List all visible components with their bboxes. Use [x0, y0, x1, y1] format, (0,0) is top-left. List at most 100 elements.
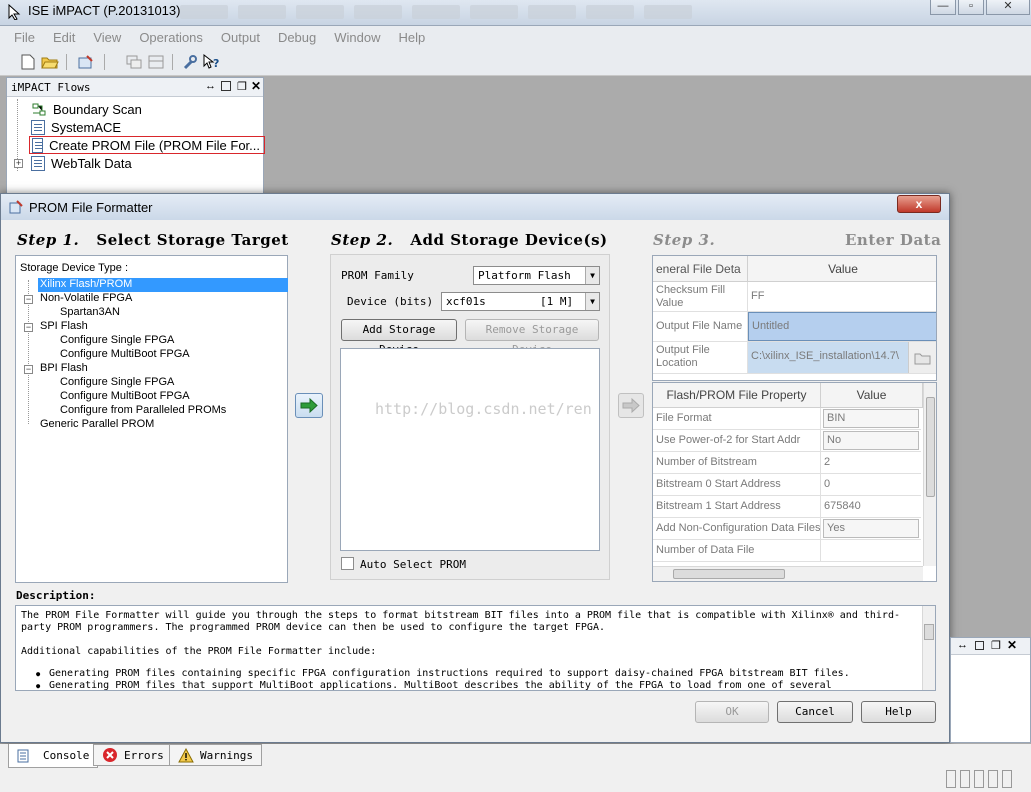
remove-storage-device-button[interactable]: Remove Storage Device [465, 319, 599, 356]
help-cursor-icon[interactable]: ? [202, 52, 222, 72]
collapse-icon[interactable]: − [24, 295, 33, 304]
menu-operations[interactable]: Operations [139, 30, 203, 45]
step1-number: Step 1. [17, 231, 80, 249]
ok-button[interactable]: OK [695, 701, 769, 723]
side-panel: ↔ ❐ ✕ [950, 637, 1031, 743]
vertical-scrollbar[interactable] [923, 383, 936, 566]
scrollbar-thumb[interactable] [673, 569, 785, 579]
help-button[interactable]: Help [861, 701, 936, 723]
folder-browse-icon[interactable] [908, 342, 936, 373]
menu-file[interactable]: File [14, 30, 35, 45]
property-value[interactable]: 675840 [821, 496, 921, 517]
step1-label: Select Storage Target [96, 231, 289, 249]
description-bullet: Generating PROM files containing specifi… [21, 668, 915, 680]
tree-node-bpi-flash[interactable]: BPI Flash [40, 362, 88, 374]
open-icon[interactable] [40, 52, 60, 72]
tree-node-spi-flash[interactable]: SPI Flash [40, 320, 88, 332]
horizontal-scrollbar[interactable] [653, 566, 923, 581]
step3-label: Enter Data [845, 231, 942, 249]
maximize-panel-icon[interactable] [221, 81, 231, 91]
float-panel-icon[interactable]: ↔ [205, 80, 216, 92]
scrollbar-thumb[interactable] [924, 624, 934, 640]
step2-heading: Step 2. Add Storage Device(s) [331, 231, 608, 249]
menu-debug[interactable]: Debug [278, 30, 316, 45]
tile-icon[interactable] [146, 52, 166, 72]
console-icon [17, 749, 29, 762]
flow-systemace[interactable]: SystemACE [31, 118, 121, 136]
tree-node-xilinx-flash-prom[interactable]: Xilinx Flash/PROM [38, 278, 288, 292]
menu-window[interactable]: Window [334, 30, 380, 45]
close-button[interactable]: ✕ [986, 0, 1030, 15]
cancel-button[interactable]: Cancel [777, 701, 853, 723]
resize-grip[interactable] [946, 770, 1026, 790]
description-scrollbar[interactable] [922, 606, 935, 690]
next-step-arrow-button[interactable] [295, 393, 323, 418]
property-value[interactable]: No [823, 431, 919, 450]
restore-button[interactable]: ▫ [958, 0, 984, 15]
menu-view[interactable]: View [93, 30, 121, 45]
tree-node-bpi-single-fpga[interactable]: Configure Single FPGA [60, 376, 174, 388]
restore-panel-icon[interactable]: ❐ [237, 80, 247, 93]
table-row: Output File Location C:\xilinx_ISE_insta… [653, 342, 936, 374]
property-value[interactable]: Yes [823, 519, 919, 538]
tree-node-spartan3an[interactable]: Spartan3AN [60, 306, 120, 318]
column-header: Value [828, 261, 858, 276]
output-file-name-input[interactable]: Untitled [748, 312, 936, 341]
property-value[interactable] [821, 540, 921, 561]
table-row: Bitstream 1 Start Address 675840 [653, 496, 921, 518]
menu-edit[interactable]: Edit [53, 30, 75, 45]
tree-node-non-volatile-fpga[interactable]: Non-Volatile FPGA [40, 292, 132, 304]
output-location-input[interactable]: C:\xilinx_ISE_installation\14.7\ [748, 342, 908, 373]
device-select[interactable]: xcf01s [1 M] ▼ [441, 292, 600, 311]
close-panel-icon[interactable]: ✕ [251, 79, 261, 93]
tree-node-spi-single-fpga[interactable]: Configure Single FPGA [60, 334, 174, 346]
property-value[interactable]: BIN [823, 409, 919, 428]
property-name: Add Non-Configuration Data Files [653, 518, 821, 539]
collapse-icon[interactable]: − [24, 365, 33, 374]
tab-errors[interactable]: Errors [93, 744, 173, 766]
property-name: Number of Bitstream [653, 452, 821, 473]
scrollbar-thumb[interactable] [926, 397, 935, 497]
wrench-icon[interactable] [180, 52, 200, 72]
table-row: Use Power-of-2 for Start Addr No [653, 430, 921, 452]
flow-label: SystemACE [51, 119, 122, 135]
property-name: Bitstream 1 Start Address [653, 496, 821, 517]
storage-device-list[interactable] [340, 348, 600, 551]
property-name: Output File Location [653, 342, 748, 373]
restore-panel-icon[interactable]: ❐ [991, 639, 1001, 652]
tree-node-bpi-multiboot-fpga[interactable]: Configure MultiBoot FPGA [60, 390, 190, 402]
new-icon[interactable] [18, 52, 38, 72]
prom-family-select[interactable]: Platform Flash ▼ [473, 266, 600, 285]
property-value[interactable]: 2 [821, 452, 921, 473]
next-step-arrow-button-disabled[interactable] [618, 393, 644, 418]
maximize-panel-icon[interactable] [975, 641, 984, 650]
tab-warnings[interactable]: Warnings [169, 744, 262, 766]
collapse-icon[interactable]: − [24, 323, 33, 332]
auto-select-prom-checkbox[interactable] [341, 557, 354, 570]
chevron-down-icon: ▼ [585, 267, 599, 284]
cascade-icon[interactable] [124, 52, 144, 72]
flow-boundary-scan[interactable]: Boundary Scan [31, 100, 142, 118]
prom-family-value: Platform Flash [478, 269, 571, 282]
title-bar: ISE iMPACT (P.20131013) — ▫ ✕ [0, 0, 1031, 26]
bottom-tab-bar: Console Errors Warnings [0, 744, 1031, 792]
dialog-close-button[interactable]: x [897, 195, 941, 213]
minimize-button[interactable]: — [930, 0, 956, 15]
property-value[interactable]: 0 [821, 474, 921, 495]
flow-webtalk-data[interactable]: WebTalk Data [31, 154, 132, 172]
table-row: Add Non-Configuration Data Files Yes [653, 518, 921, 540]
property-value[interactable]: FF [748, 282, 936, 311]
add-storage-device-button[interactable]: Add Storage Device [341, 319, 457, 356]
flow-create-prom-file[interactable]: Create PROM File (PROM File For... [29, 136, 265, 154]
tree-node-generic-parallel-prom[interactable]: Generic Parallel PROM [40, 418, 154, 430]
wizard-icon[interactable] [76, 52, 96, 72]
storage-device-tree[interactable]: Storage Device Type : Xilinx Flash/PROM … [15, 255, 288, 583]
tree-node-spi-multiboot-fpga[interactable]: Configure MultiBoot FPGA [60, 348, 190, 360]
close-panel-icon[interactable]: ✕ [1007, 638, 1017, 652]
menu-output[interactable]: Output [221, 30, 260, 45]
tab-console[interactable]: Console [8, 744, 99, 768]
tree-node-bpi-paralleled-proms[interactable]: Configure from Paralleled PROMs [60, 404, 226, 416]
menu-help[interactable]: Help [399, 30, 426, 45]
float-panel-icon[interactable]: ↔ [957, 639, 968, 651]
expand-webtalk-icon[interactable]: + [14, 159, 23, 168]
